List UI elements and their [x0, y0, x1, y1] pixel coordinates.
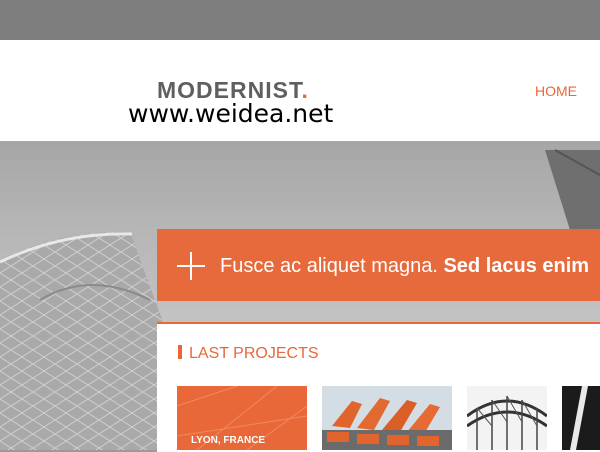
- watermark-text: www.weidea.net: [128, 99, 334, 128]
- promo-banner: Fusce ac aliquet magna. Sed lacus enim: [157, 229, 600, 301]
- projects-title: LAST PROJECTS: [189, 345, 319, 362]
- banner-message: Fusce ac aliquet magna. Sed lacus enim: [220, 255, 589, 278]
- project-tile-lyon[interactable]: LYON, FRANCE: [177, 386, 307, 450]
- excavators-image: [322, 386, 452, 450]
- plus-icon[interactable]: [177, 252, 205, 280]
- heading-accent-bar: [178, 345, 182, 359]
- project-caption: LYON, FRANCE: [191, 435, 266, 446]
- banner-text-light: Fusce ac aliquet magna.: [220, 255, 444, 277]
- nav-item-home[interactable]: HOME: [535, 83, 577, 99]
- dark-structure-image: [562, 386, 600, 450]
- project-tile-excavators[interactable]: [322, 386, 452, 450]
- projects-heading: LAST PROJECTS: [178, 345, 319, 363]
- banner-text-bold: Sed lacus enim: [443, 255, 590, 277]
- bridge-image: [467, 386, 547, 450]
- project-tile-dark[interactable]: [562, 386, 600, 450]
- project-tile-bridge[interactable]: [467, 386, 547, 450]
